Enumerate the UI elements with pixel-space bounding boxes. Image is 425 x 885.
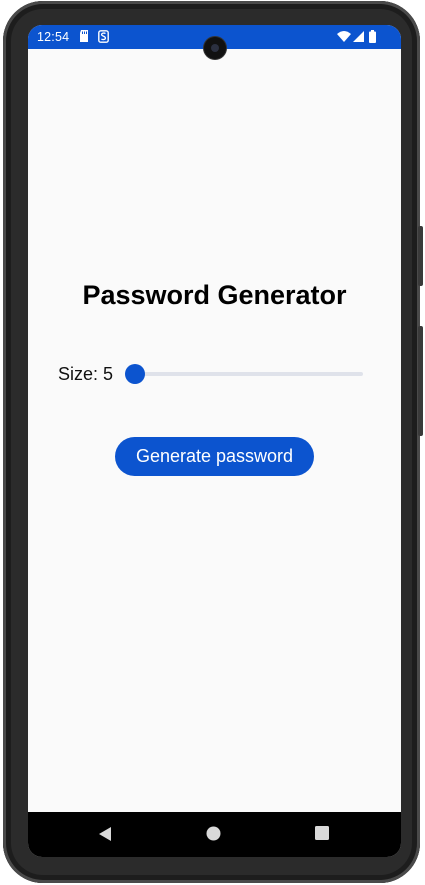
recents-icon[interactable] xyxy=(315,826,329,845)
size-slider-thumb[interactable] xyxy=(125,364,145,384)
sd-card-icon xyxy=(79,30,89,45)
status-time: 12:54 xyxy=(37,30,70,44)
wifi-icon xyxy=(337,31,351,45)
size-slider-track[interactable] xyxy=(135,372,363,376)
page-title: Password Generator xyxy=(82,280,347,310)
power-button xyxy=(418,226,423,286)
size-label: Size: 5 xyxy=(58,364,114,384)
screen: 12:54 Password Generator Size: 5 Generat… xyxy=(28,25,401,857)
home-icon[interactable] xyxy=(206,826,221,846)
signal-icon xyxy=(353,31,364,45)
phone-frame: 12:54 Password Generator Size: 5 Generat… xyxy=(3,1,423,883)
navigation-bar xyxy=(28,812,401,857)
s-notification-icon xyxy=(98,30,109,46)
battery-icon xyxy=(369,30,376,46)
front-camera xyxy=(204,37,226,59)
generate-password-button[interactable]: Generate password xyxy=(115,437,314,476)
volume-button xyxy=(418,326,423,436)
back-icon[interactable] xyxy=(98,826,112,847)
